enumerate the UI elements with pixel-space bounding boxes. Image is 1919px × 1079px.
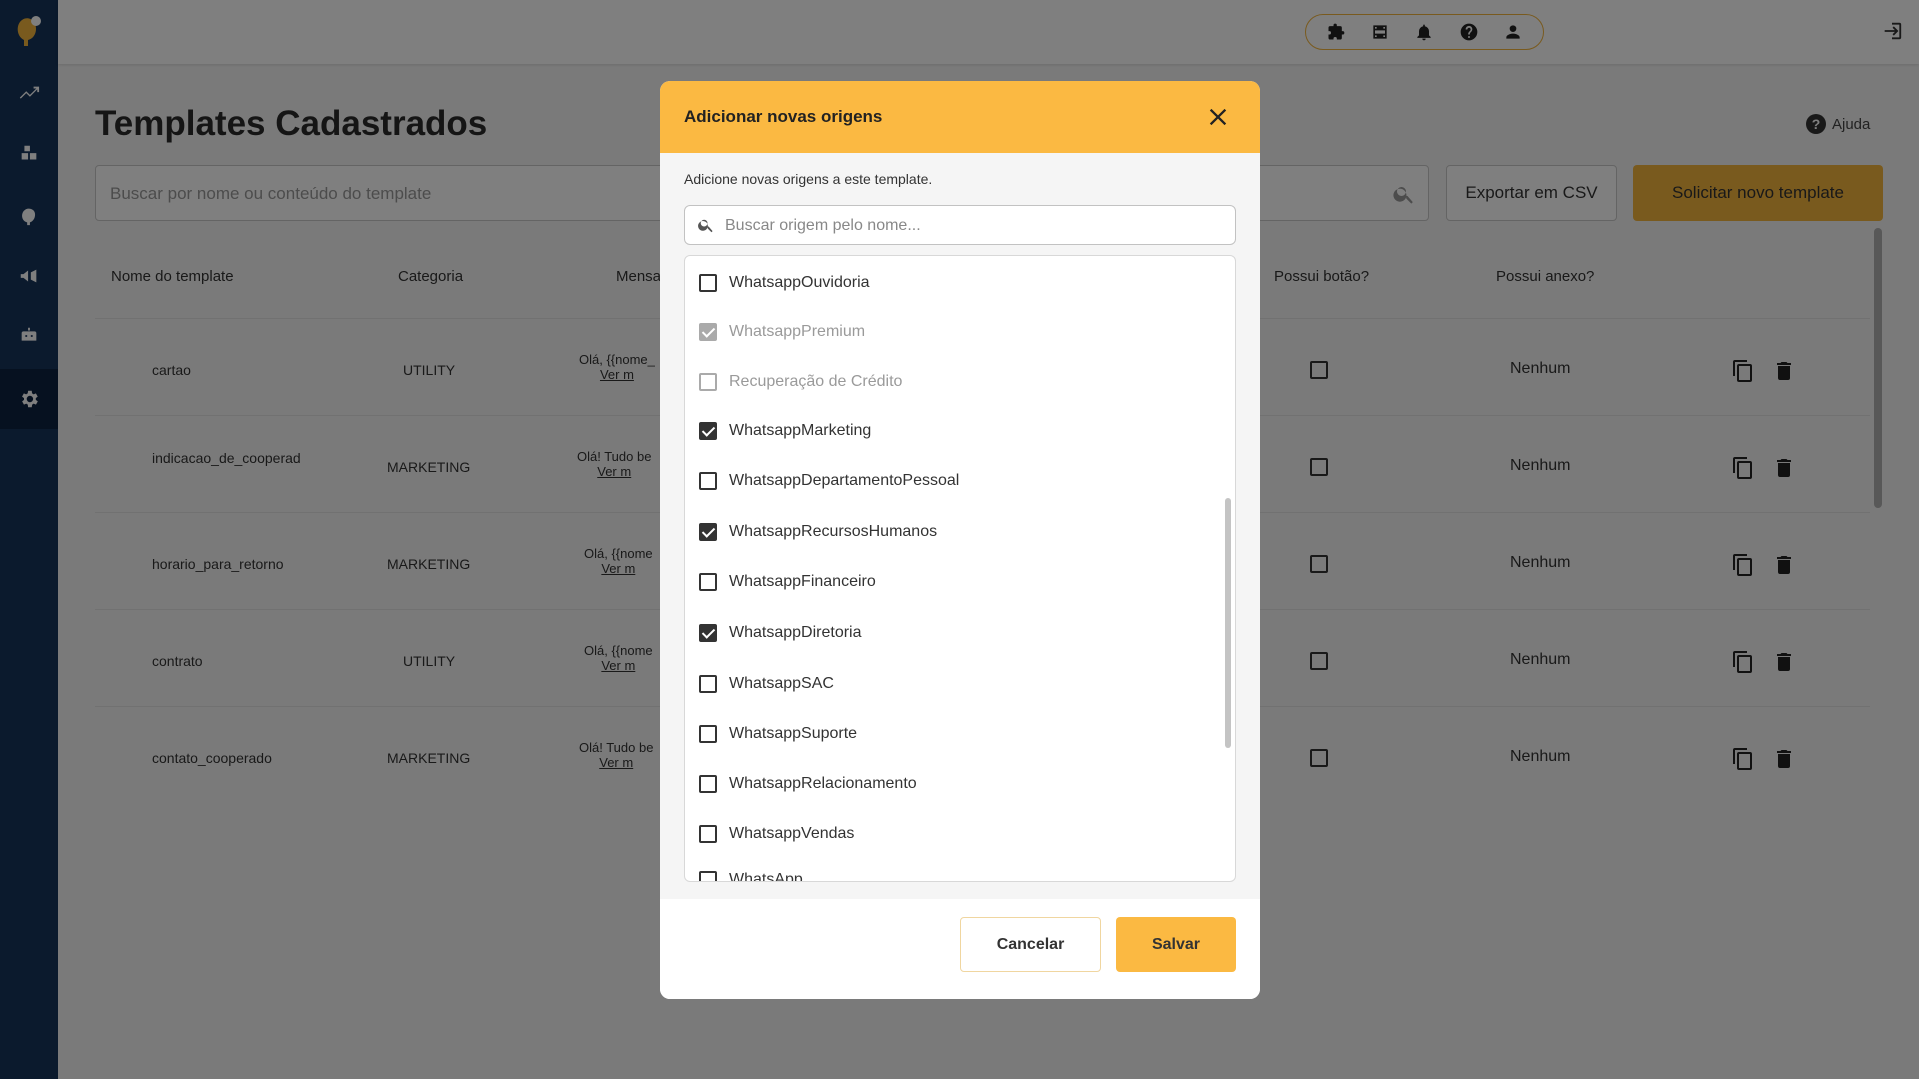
origin-item: WhatsappPremium <box>699 320 865 344</box>
origin-item[interactable]: WhatsappDepartamentoPessoal <box>699 469 959 493</box>
origin-checkbox[interactable] <box>699 274 717 292</box>
origin-checkbox[interactable] <box>699 573 717 591</box>
add-origins-modal: Adicionar novas origens Adicione novas o… <box>660 81 1260 999</box>
origin-checkbox[interactable] <box>699 624 717 642</box>
origin-checkbox <box>699 323 717 341</box>
modal-header: Adicionar novas origens <box>660 81 1260 153</box>
modal-title: Adicionar novas origens <box>684 107 883 126</box>
origin-label: WhatsappRelacionamento <box>729 775 917 792</box>
origin-checkbox[interactable] <box>699 675 717 693</box>
origin-item[interactable]: WhatsappFinanceiro <box>699 570 876 594</box>
origin-label: WhatsappSuporte <box>729 725 858 742</box>
close-button[interactable] <box>1204 103 1232 131</box>
modal-footer: Cancelar Salvar <box>660 899 1260 999</box>
origin-checkbox[interactable] <box>699 472 717 490</box>
origin-label: WhatsappRecursosHumanos <box>729 523 938 540</box>
save-button[interactable]: Salvar <box>1116 917 1236 972</box>
origin-item[interactable]: WhatsappVendas <box>699 822 854 846</box>
origin-item[interactable]: WhatsApp <box>699 868 803 882</box>
origin-label: WhatsappOuvidoria <box>729 274 870 291</box>
origin-item[interactable]: WhatsappDiretoria <box>699 621 862 645</box>
origin-checkbox[interactable] <box>699 825 717 843</box>
origin-item[interactable]: WhatsappMarketing <box>699 419 871 443</box>
origin-item: Recuperação de Crédito <box>699 370 902 394</box>
origins-list: WhatsappOuvidoria WhatsappPremium Recupe… <box>684 255 1236 882</box>
origin-label: WhatsappFinanceiro <box>729 573 876 590</box>
origin-label: WhatsappDiretoria <box>729 624 862 641</box>
origin-search-input[interactable]: Buscar origem pelo nome... <box>684 205 1236 245</box>
origin-label: WhatsappPremium <box>729 323 866 340</box>
origin-checkbox[interactable] <box>699 871 717 881</box>
close-icon <box>1209 108 1227 126</box>
origin-checkbox[interactable] <box>699 725 717 743</box>
origin-item[interactable]: WhatsappSuporte <box>699 722 857 746</box>
modal-subtitle: Adicione novas origens a este template. <box>684 171 933 187</box>
origin-search-placeholder: Buscar origem pelo nome... <box>725 217 921 234</box>
cancel-button[interactable]: Cancelar <box>960 917 1101 972</box>
origin-item[interactable]: WhatsappSAC <box>699 672 834 696</box>
origin-checkbox[interactable] <box>699 523 717 541</box>
origin-label: WhatsappDepartamentoPessoal <box>729 472 960 489</box>
origin-label: WhatsappSAC <box>729 675 834 692</box>
origin-item[interactable]: WhatsappRecursosHumanos <box>699 520 937 544</box>
origins-list-scrollbar[interactable] <box>1225 498 1231 748</box>
origin-label: WhatsApp <box>729 871 803 882</box>
origin-label: Recuperação de Crédito <box>729 373 903 390</box>
search-icon <box>698 219 713 233</box>
origin-checkbox <box>699 373 717 391</box>
origin-item[interactable]: WhatsappOuvidoria <box>699 271 870 295</box>
origin-label: WhatsappMarketing <box>729 422 872 439</box>
origin-label: WhatsappVendas <box>729 825 855 842</box>
origin-item[interactable]: WhatsappRelacionamento <box>699 772 917 796</box>
origin-checkbox[interactable] <box>699 775 717 793</box>
origin-checkbox[interactable] <box>699 422 717 440</box>
